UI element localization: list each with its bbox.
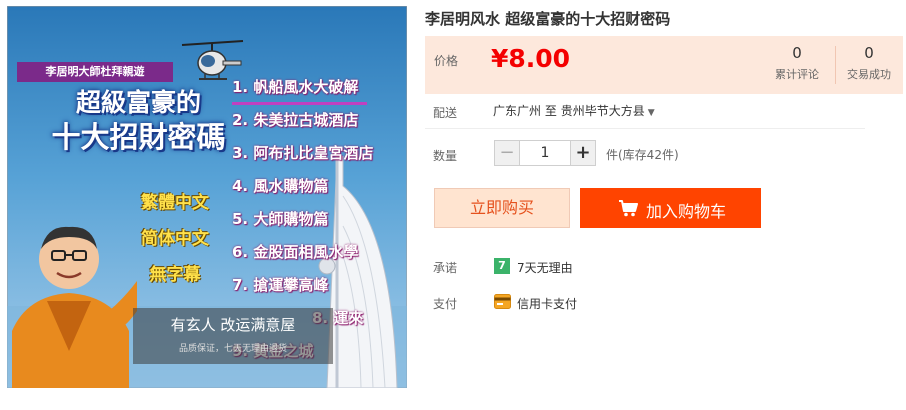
delivery-from: 广东广州 (493, 104, 542, 118)
delivery-info: 广东广州 至 贵州毕节大方县 ▼ (493, 102, 655, 119)
payment-label: 支付 (433, 297, 458, 311)
image-title-line1: 超級富豪的 (75, 88, 201, 117)
chapter-item: 6. 金股面相風水學 (232, 243, 359, 261)
stat-transactions: 0 交易成功 (839, 44, 899, 82)
chapter-item: 5. 大師購物篇 (232, 210, 329, 228)
shopping-cart-icon (619, 200, 638, 217)
quantity-increase-button[interactable]: + (570, 140, 596, 166)
product-title: 李居明风水 超级富豪的十大招财密码 (425, 10, 671, 28)
chapter-item: 3. 阿布扎比皇宮酒店 (232, 144, 374, 162)
stat-reviews-label: 累计评论 (775, 68, 819, 81)
image-banner: 李居明大師杜拜親遊 (17, 62, 173, 82)
image-title: 超級富豪的 十大招財密碼 (51, 86, 226, 154)
caret-down-icon: ▼ (647, 108, 655, 118)
chapter-item: 4. 風水購物篇 (232, 177, 329, 195)
stock-info: 件(库存42件) (606, 148, 679, 162)
stat-divider (835, 46, 836, 84)
price-label: 价格 (434, 54, 459, 68)
delivery-label: 配送 (433, 106, 458, 120)
add-to-cart-button[interactable]: 加入购物车 (580, 188, 761, 228)
presenter-illustration (12, 226, 137, 388)
buy-now-button[interactable]: 立即购买 (434, 188, 570, 228)
quantity-input[interactable]: 1 (519, 140, 571, 166)
price-value: ¥8.00 (491, 44, 571, 73)
overlay-sub-text: 品质保证，七天无理由退货 (178, 344, 287, 354)
overlay-main-text: 有玄人 改运满意屋 (170, 316, 296, 334)
seven-day-badge-icon: 7 (494, 258, 510, 274)
divider (425, 128, 865, 129)
chapter-item: 1. 帆船風水大破解 (232, 78, 359, 96)
chapter-item: 2. 朱美拉古城酒店 (232, 111, 359, 129)
credit-card-icon (494, 294, 511, 309)
price-box: 价格 ¥8.00 0 累计评论 0 交易成功 (425, 36, 903, 94)
image-watermark-overlay: 有玄人 改运满意屋 品质保证，七天无理由退货 (133, 308, 333, 364)
payment-text[interactable]: 信用卡支付 (517, 295, 577, 312)
stat-transactions-label: 交易成功 (847, 68, 891, 81)
stat-transactions-number: 0 (864, 44, 874, 62)
image-title-line2: 十大招財密碼 (51, 120, 226, 154)
image-language-1: 繁體中文 (141, 193, 209, 213)
chapter-item: 7. 搶運攀高峰 (232, 276, 329, 294)
quantity-decrease-button[interactable]: − (494, 140, 520, 166)
promise-label: 承诺 (433, 261, 458, 275)
quantity-label: 数量 (433, 149, 458, 163)
promise-text[interactable]: 7天无理由 (517, 259, 573, 276)
stat-reviews[interactable]: 0 累计评论 (767, 44, 827, 82)
stat-reviews-number: 0 (792, 44, 802, 62)
delivery-destination-select[interactable]: 贵州毕节大方县 ▼ (561, 104, 655, 118)
delivery-destination: 贵州毕节大方县 (560, 104, 645, 118)
delivery-to-word: 至 (544, 104, 557, 118)
product-image[interactable]: 李居明大師杜拜親遊 超級富豪的 十大招財密碼 繁體中文 简体中文 無字幕 1. … (7, 6, 407, 388)
add-to-cart-label: 加入购物车 (646, 202, 727, 221)
